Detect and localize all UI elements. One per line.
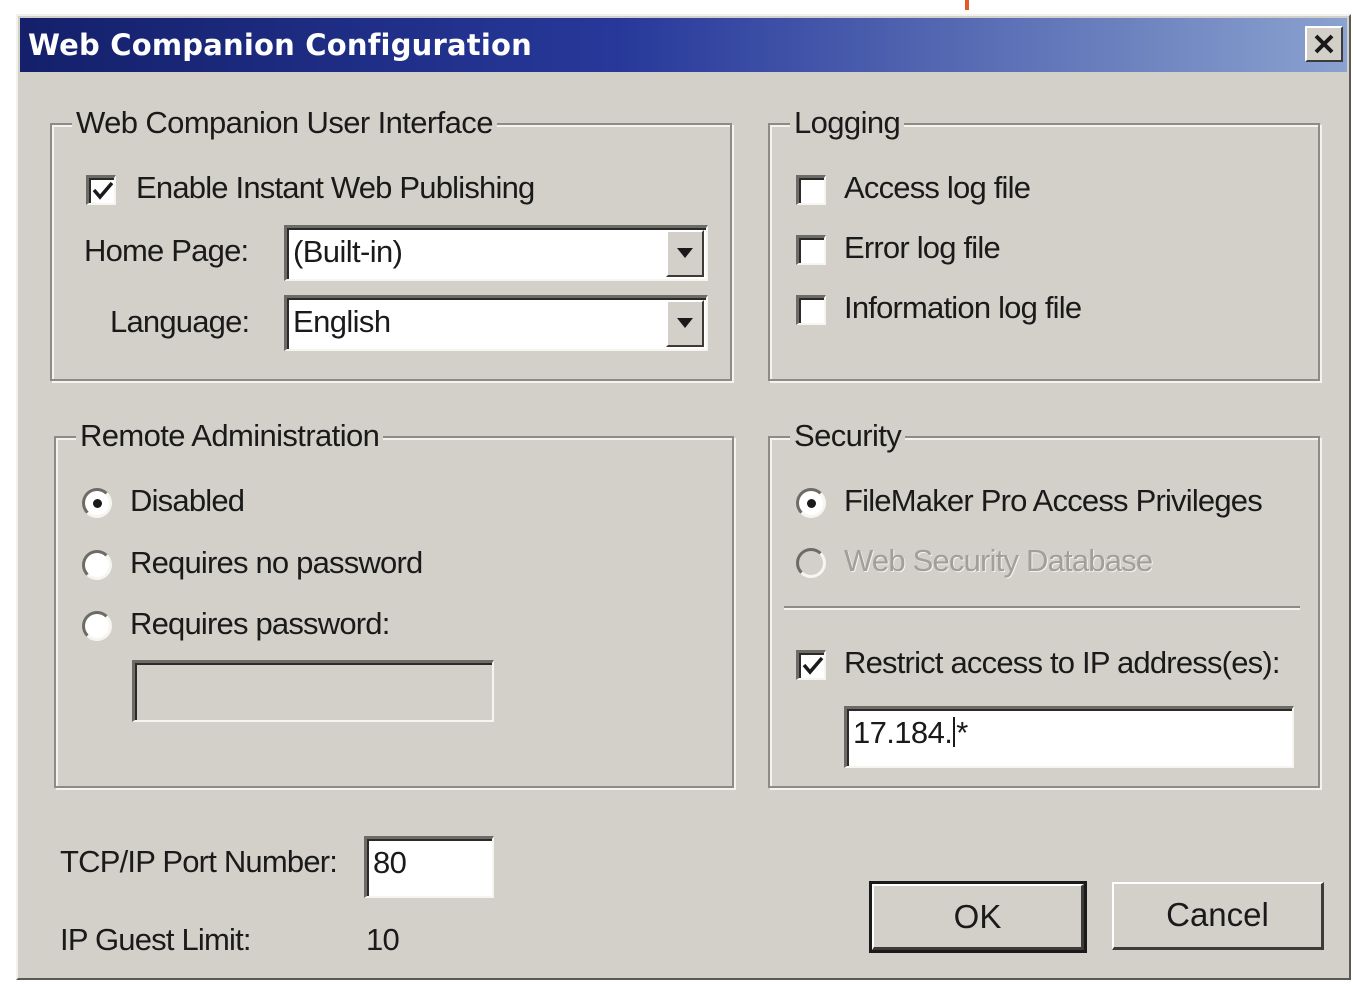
language-label: Language: [110, 304, 250, 339]
requires-password-label[interactable]: Requires password: [130, 606, 390, 642]
home-page-value: (Built-in) [293, 234, 403, 269]
close-icon [1314, 34, 1334, 54]
filemaker-privileges-label[interactable]: FileMaker Pro Access Privileges [844, 483, 1263, 519]
disabled-radio[interactable] [82, 488, 112, 518]
red-edge-mark [965, 0, 969, 10]
error-log-checkbox[interactable] [796, 235, 826, 265]
language-select[interactable]: English [284, 295, 708, 351]
no-password-radio[interactable] [82, 550, 112, 580]
requires-password-radio[interactable] [82, 611, 112, 641]
ip-value-before-caret: 17.184. [853, 715, 953, 750]
cancel-label: Cancel [1166, 896, 1269, 933]
information-log-checkbox[interactable] [796, 295, 826, 325]
enable-iwp-checkbox[interactable] [86, 175, 116, 205]
security-group: Security FileMaker Pro Access Privileges… [768, 418, 1320, 788]
user-interface-group: Web Companion User Interface Enable Inst… [50, 105, 732, 381]
port-field[interactable]: 80 [364, 836, 494, 898]
web-companion-config-dialog: Web Companion Configuration Web Companio… [16, 14, 1351, 980]
home-page-dropdown-button[interactable] [666, 230, 704, 277]
logging-legend: Logging [790, 105, 905, 141]
close-button[interactable] [1305, 26, 1343, 62]
radio-dot [807, 499, 816, 508]
restrict-ip-label[interactable]: Restrict access to IP address(es): [844, 645, 1280, 681]
web-security-db-label: Web Security Database [844, 543, 1153, 578]
filemaker-privileges-radio[interactable] [796, 488, 826, 518]
restrict-ip-checkbox[interactable] [796, 650, 826, 680]
ip-address-value: 17.184. * [853, 715, 968, 751]
language-value: English [293, 304, 391, 339]
information-log-label[interactable]: Information log file [844, 290, 1082, 326]
text-caret [953, 717, 956, 747]
home-page-select[interactable]: (Built-in) [284, 225, 708, 281]
checkmark-icon [802, 656, 824, 675]
no-password-label[interactable]: Requires no password [130, 545, 423, 581]
enable-iwp-label[interactable]: Enable Instant Web Publishing [136, 170, 535, 206]
security-divider-highlight [784, 608, 1300, 610]
error-log-label[interactable]: Error log file [844, 230, 1001, 266]
port-label: TCP/IP Port Number: [60, 844, 338, 879]
disabled-label[interactable]: Disabled [130, 483, 245, 519]
access-log-checkbox[interactable] [796, 175, 826, 205]
home-page-label: Home Page: [84, 233, 249, 268]
title-bar[interactable]: Web Companion Configuration [20, 18, 1347, 72]
ok-label: OK [953, 898, 1002, 935]
chevron-down-icon [677, 318, 693, 328]
ip-value-after-caret: * [956, 715, 968, 750]
ip-address-field[interactable]: 17.184. * [844, 706, 1294, 768]
web-security-db-radio [796, 548, 826, 578]
window-title: Web Companion Configuration [28, 28, 532, 62]
ok-button[interactable]: OK [869, 881, 1087, 953]
checkmark-icon [92, 181, 114, 200]
port-value: 80 [373, 845, 407, 880]
guest-limit-value: 10 [366, 922, 400, 957]
language-dropdown-button[interactable] [666, 300, 704, 347]
remote-admin-group: Remote Administration Disabled Requires … [54, 418, 734, 788]
chevron-down-icon [677, 248, 693, 258]
user-interface-legend: Web Companion User Interface [72, 105, 497, 141]
radio-dot [93, 499, 102, 508]
remote-admin-legend: Remote Administration [76, 418, 384, 454]
logging-group: Logging Access log file Error log file I… [768, 105, 1320, 381]
security-legend: Security [790, 418, 906, 454]
admin-password-field[interactable] [132, 660, 494, 722]
cancel-button[interactable]: Cancel [1112, 882, 1324, 950]
access-log-label[interactable]: Access log file [844, 170, 1031, 206]
guest-limit-label: IP Guest Limit: [60, 922, 252, 957]
